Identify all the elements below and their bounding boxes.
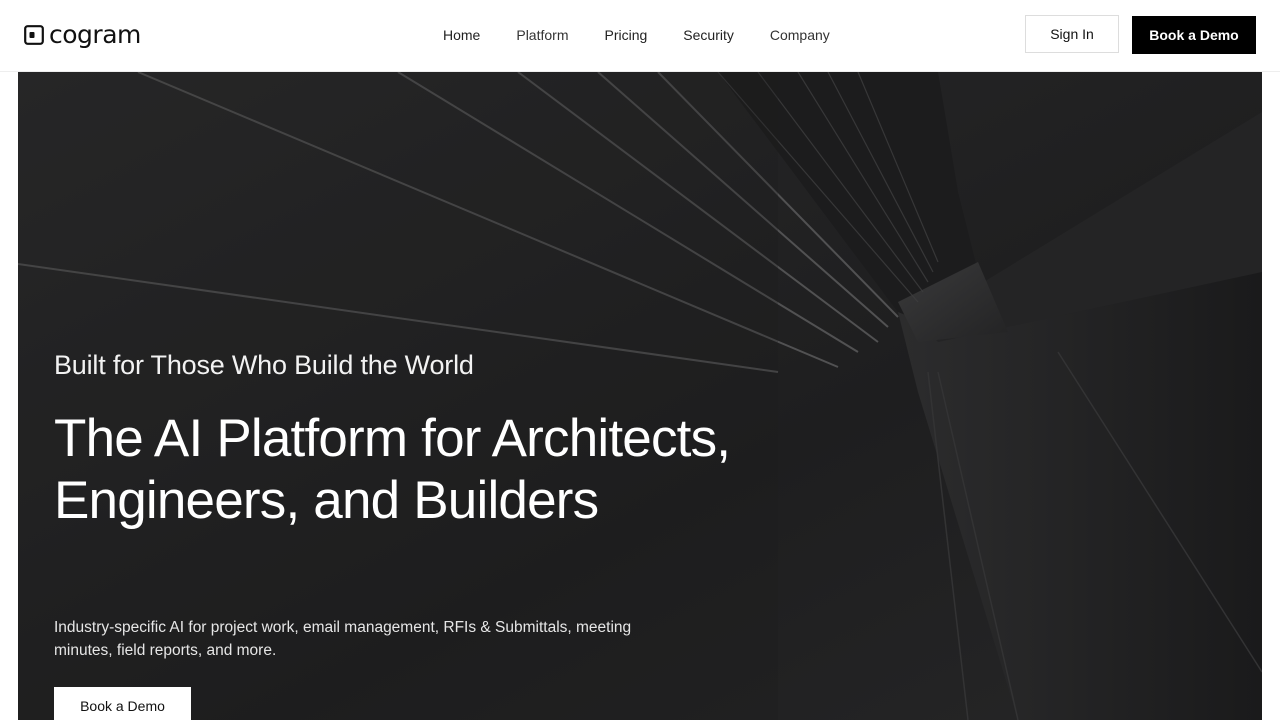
site-header: cogram Home Platform Pricing Security Co… bbox=[0, 0, 1280, 72]
book-demo-button-hero[interactable]: Book a Demo bbox=[54, 687, 191, 720]
hero-subtext: Industry-specific AI for project work, e… bbox=[54, 619, 632, 659]
hero-section: Built for Those Who Build the World The … bbox=[18, 72, 1262, 720]
nav-home[interactable]: Home bbox=[443, 25, 480, 45]
nav-company[interactable]: Company bbox=[770, 25, 830, 45]
nav-pricing[interactable]: Pricing bbox=[604, 25, 647, 45]
nav-security[interactable]: Security bbox=[683, 25, 734, 45]
logo[interactable]: cogram bbox=[24, 20, 141, 50]
main-nav: Home Platform Pricing Security Company bbox=[443, 25, 830, 45]
hero-headline: The AI Platform for Architects, Engineer… bbox=[54, 409, 731, 530]
logo-text: cogram bbox=[49, 20, 141, 49]
nav-platform[interactable]: Platform bbox=[516, 25, 568, 45]
book-demo-button-header[interactable]: Book a Demo bbox=[1132, 16, 1256, 54]
hero-eyebrow: Built for Those Who Build the World bbox=[54, 350, 474, 380]
sign-in-button[interactable]: Sign In bbox=[1025, 15, 1119, 53]
cogram-logo-icon bbox=[24, 25, 44, 45]
